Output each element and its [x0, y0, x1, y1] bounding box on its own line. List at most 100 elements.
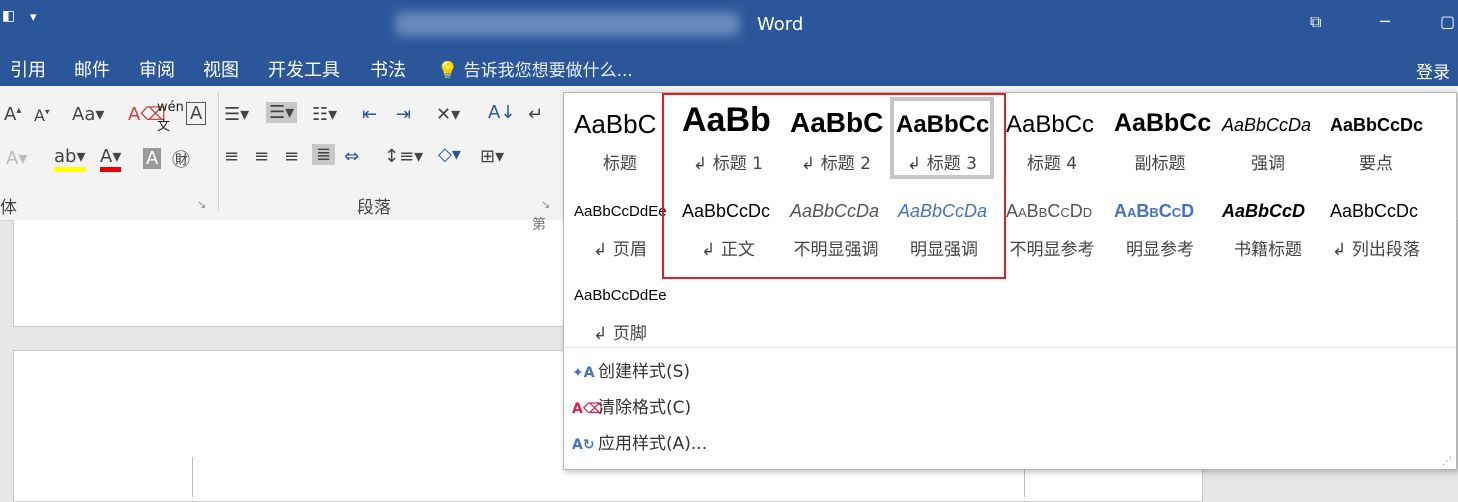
resize-grip-icon[interactable]: ⋰	[1442, 456, 1452, 467]
tab-references[interactable]: 引用	[10, 56, 46, 82]
minimize-icon[interactable]: ─	[1380, 12, 1390, 31]
decrease-indent-icon[interactable]: ⇤	[362, 104, 377, 125]
style-preview: AaBbCcDc	[1330, 115, 1424, 135]
highlight-box	[662, 93, 1006, 279]
font-dialog-launcher-icon[interactable]: ↘	[197, 198, 206, 211]
tab-mailings[interactable]: 邮件	[74, 56, 110, 82]
document-name-blurred	[395, 12, 740, 36]
login-link[interactable]: 登录	[1416, 58, 1450, 83]
style-name: 明显参考	[1126, 240, 1194, 260]
style-preview: AaBbCcDa	[1222, 115, 1312, 135]
highlight-color-icon[interactable]: ab▾	[54, 146, 86, 172]
style-name: ↲ 页脚	[593, 324, 647, 344]
clear-format-button[interactable]: A⌫清除格式(C)	[572, 393, 691, 418]
borders-icon[interactable]: ⊞▾	[480, 146, 504, 167]
style-emphasis[interactable]: AaBbCcDa 强调	[1216, 93, 1320, 173]
divider	[564, 347, 1456, 348]
style-name: 标题	[603, 154, 637, 173]
style-list-paragraph[interactable]: AaBbCcDc ↲ 列出段落	[1324, 183, 1428, 263]
sort-icon[interactable]: A↓	[488, 102, 515, 123]
increase-indent-icon[interactable]: ⇥	[396, 104, 411, 125]
style-preview: AaBbCcDdEe	[574, 287, 667, 304]
bullets-icon[interactable]: ☰▾	[224, 104, 249, 125]
style-title[interactable]: AaBbC 标题	[568, 93, 672, 173]
align-right-icon[interactable]: ≡	[284, 146, 299, 167]
ribbon-display-options-icon[interactable]: ⧉	[1310, 12, 1321, 32]
style-preview: AaBbCcD	[1114, 201, 1195, 221]
style-preview: AaBbCc	[1006, 111, 1095, 138]
paragraph-dialog-launcher-icon[interactable]: ↘	[541, 198, 550, 211]
document-page-1[interactable]: 第	[13, 217, 565, 327]
action-label: 应用样式(A)...	[598, 434, 708, 454]
tab-developer[interactable]: 开发工具	[268, 56, 340, 82]
phonetic-guide-icon[interactable]: wén 文	[157, 100, 184, 134]
style-preview: AaBbCcD	[1222, 201, 1306, 221]
maximize-icon[interactable]: ▢	[1440, 12, 1455, 31]
style-preview: AaBbCcDc	[1330, 201, 1419, 221]
action-label: 清除格式(C)	[598, 398, 692, 418]
quick-access-icon[interactable]: ◧	[2, 8, 15, 24]
title-bar: ◧ ▾ Word ⧉ ─ ▢	[0, 0, 1458, 48]
text-effects-icon[interactable]: A▾	[6, 148, 27, 169]
tab-view[interactable]: 视图	[203, 56, 239, 82]
style-book-title[interactable]: AaBbCcD 书籍标题	[1216, 183, 1320, 263]
align-left-icon[interactable]: ≡	[224, 146, 239, 167]
character-border-icon[interactable]: A	[186, 102, 207, 125]
distributed-icon[interactable]: ⇔	[344, 146, 359, 167]
group-separator	[218, 92, 219, 210]
tab-review[interactable]: 审阅	[139, 56, 175, 82]
style-name-text: 页眉	[612, 240, 647, 260]
style-name-text: 列出段落	[1351, 240, 1420, 260]
numbering-icon[interactable]: ☰▾	[266, 102, 298, 123]
lightbulb-icon: 💡	[437, 61, 459, 81]
style-name: 强调	[1251, 154, 1285, 173]
style-preview: AaBbCcDdEe	[574, 203, 667, 220]
apply-style-button[interactable]: A↻ 应用样式(A)...	[572, 429, 707, 454]
line-spacing-icon[interactable]: ↕≡▾	[384, 146, 423, 167]
character-shading-icon[interactable]: A	[143, 148, 162, 169]
change-case-icon[interactable]: Aa▾	[72, 104, 104, 125]
align-center-icon[interactable]: ≡	[254, 146, 269, 167]
clear-format-icon: A⌫	[572, 401, 603, 417]
shrink-font-icon[interactable]: A▾	[34, 106, 49, 125]
style-name: ↲ 列出段落	[1332, 240, 1420, 260]
create-style-button[interactable]: ✦A 创建样式(S)	[572, 357, 690, 382]
create-style-icon: ✦A	[572, 365, 595, 381]
style-name: 副标题	[1134, 154, 1186, 173]
style-name-text: 页脚	[612, 324, 647, 344]
action-label: 创建样式(S)	[598, 362, 691, 382]
shading-icon[interactable]: ◇▾	[438, 144, 461, 165]
style-name: ↲ 页眉	[593, 240, 647, 260]
customize-quick-access-icon[interactable]: ▾	[30, 10, 37, 25]
app-title: Word	[757, 14, 804, 35]
font-group-label: 体	[0, 198, 17, 218]
tell-me-search[interactable]: 💡 告诉我您想要做什么...	[437, 56, 633, 81]
tab-calligraphy[interactable]: 书法	[370, 56, 406, 82]
justify-icon[interactable]: ≣	[312, 144, 336, 165]
style-strong[interactable]: AaBbCcDc 要点	[1324, 93, 1428, 173]
style-name: 书籍标题	[1234, 240, 1302, 260]
style-header[interactable]: AaBbCcDdEe ↲ 页眉	[568, 183, 672, 263]
style-subtle-reference[interactable]: AaBbCcDd 不明显参考	[1000, 183, 1104, 263]
style-name: 不明显参考	[1009, 240, 1095, 260]
margin-mark	[192, 457, 193, 497]
header-fragment: 第	[532, 217, 546, 233]
style-name: 要点	[1359, 154, 1393, 173]
style-name: 标题 4	[1026, 154, 1078, 173]
enclose-character-icon[interactable]: ㊖	[172, 146, 190, 172]
text-direction-icon[interactable]: ✕▾	[436, 104, 460, 125]
tell-me-text: 告诉我您想要做什么...	[463, 61, 633, 81]
style-preview: AaBbCc	[1114, 109, 1212, 137]
multilevel-list-icon[interactable]: ☷▾	[312, 104, 337, 125]
style-footer[interactable]: AaBbCcDdEe ↲ 页脚	[568, 267, 672, 347]
style-heading-4[interactable]: AaBbCc 标题 4	[1000, 93, 1104, 173]
grow-font-icon[interactable]: A▴	[4, 104, 21, 125]
apply-style-icon: A↻	[572, 437, 595, 453]
style-subtitle[interactable]: AaBbCc 副标题	[1108, 93, 1212, 173]
font-color-icon[interactable]: A▾	[100, 146, 122, 172]
show-marks-icon[interactable]: ↵	[528, 104, 543, 125]
style-preview: AaBbC	[574, 109, 657, 139]
paragraph-group-label: 段落	[357, 198, 391, 218]
style-intense-reference[interactable]: AaBbCcD 明显参考	[1108, 183, 1212, 263]
ribbon-tabs: 引用 邮件 审阅 视图 开发工具 书法 💡 告诉我您想要做什么... 登录	[0, 48, 1458, 86]
